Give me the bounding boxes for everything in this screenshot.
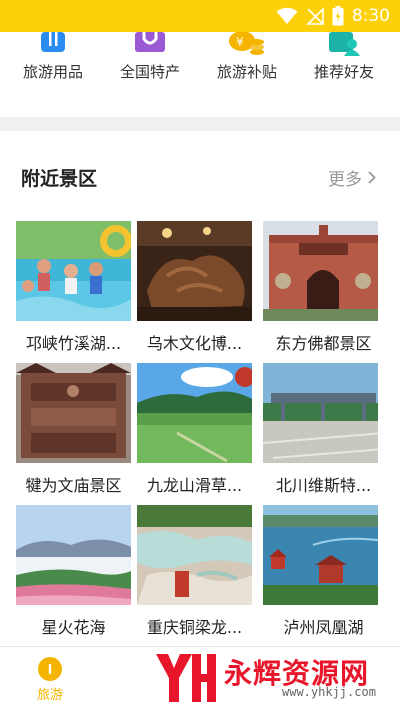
scenic-spot-card[interactable]: 乌木文化博... bbox=[137, 221, 252, 363]
status-bar: 8:30 bbox=[0, 0, 400, 32]
quick-links: 旅游用品 全国特产 ¥ 旅游补贴 推荐好友 bbox=[0, 32, 400, 90]
quick-link-label: 旅游补贴 bbox=[216, 63, 277, 81]
tab-2[interactable] bbox=[100, 647, 200, 711]
scenic-spot-card[interactable]: 重庆铜梁龙... bbox=[137, 505, 252, 647]
quick-link-label: 全国特产 bbox=[119, 63, 180, 81]
spot-name: 乌木文化博... bbox=[146, 334, 243, 353]
scenic-spot-card[interactable]: 九龙山滑草... bbox=[137, 363, 252, 505]
scenic-spot-card[interactable]: 星火花海 bbox=[16, 505, 131, 647]
svg-text:¥: ¥ bbox=[236, 35, 244, 49]
spot-name: 泸州凤凰湖 bbox=[283, 618, 364, 637]
chevron-right-icon bbox=[368, 171, 376, 184]
quick-link-travel-goods[interactable]: 旅游用品 bbox=[3, 32, 103, 90]
coin-subsidy-icon: ¥ bbox=[227, 32, 267, 55]
status-time: 8:30 bbox=[351, 6, 390, 26]
spot-name: 北川维斯特... bbox=[275, 476, 372, 495]
spot-photo bbox=[137, 221, 252, 321]
luggage-icon bbox=[33, 32, 73, 54]
more-link[interactable]: 更多 bbox=[328, 165, 376, 190]
quick-link-label: 推荐好友 bbox=[313, 63, 374, 81]
invite-friend-icon bbox=[324, 32, 364, 56]
spot-name: 星火花海 bbox=[41, 618, 106, 637]
travel-icon bbox=[37, 656, 63, 682]
tab-3[interactable] bbox=[200, 647, 300, 711]
spot-photo bbox=[263, 505, 378, 605]
signal-off-icon bbox=[305, 7, 324, 25]
spot-photo bbox=[263, 221, 378, 321]
spot-name: 邛峡竹溪湖... bbox=[25, 334, 122, 353]
quick-link-specialties[interactable]: 全国特产 bbox=[100, 32, 200, 90]
battery-charging-icon bbox=[332, 6, 344, 26]
scenic-spot-card[interactable]: 犍为文庙景区 bbox=[16, 363, 131, 505]
quick-link-subsidy[interactable]: ¥ 旅游补贴 bbox=[197, 32, 297, 90]
tab-4[interactable] bbox=[300, 647, 400, 711]
spot-photo bbox=[137, 363, 252, 463]
tab-travel[interactable]: 旅游 bbox=[0, 647, 100, 711]
scenic-spot-card[interactable]: 东方佛都景区 bbox=[263, 221, 378, 363]
quick-link-label: 旅游用品 bbox=[22, 63, 83, 81]
spot-name: 犍为文庙景区 bbox=[25, 476, 122, 495]
status-icons: 8:30 bbox=[276, 5, 390, 27]
spot-photo bbox=[16, 221, 131, 321]
wifi-icon bbox=[276, 7, 298, 24]
spot-photo bbox=[16, 505, 131, 605]
spot-name: 东方佛都景区 bbox=[275, 334, 372, 353]
spot-photo bbox=[16, 363, 131, 463]
scenic-spot-card[interactable]: 泸州凤凰湖 bbox=[263, 505, 378, 647]
section-title: 附近景区 bbox=[21, 168, 98, 190]
spot-photo bbox=[137, 505, 252, 605]
quick-link-invite[interactable]: 推荐好友 bbox=[294, 32, 394, 90]
shopping-bag-icon bbox=[130, 32, 170, 54]
bottom-tab-bar: 旅游 bbox=[0, 646, 400, 711]
scenic-spot-card[interactable]: 邛峡竹溪湖... bbox=[16, 221, 131, 363]
section-divider bbox=[0, 117, 400, 131]
spot-name: 九龙山滑草... bbox=[146, 476, 243, 495]
more-label: 更多 bbox=[328, 170, 362, 190]
spot-photo bbox=[263, 363, 378, 463]
scenic-spot-card[interactable]: 北川维斯特... bbox=[263, 363, 378, 505]
tab-label: 旅游 bbox=[36, 688, 63, 703]
spot-name: 重庆铜梁龙... bbox=[146, 618, 243, 637]
